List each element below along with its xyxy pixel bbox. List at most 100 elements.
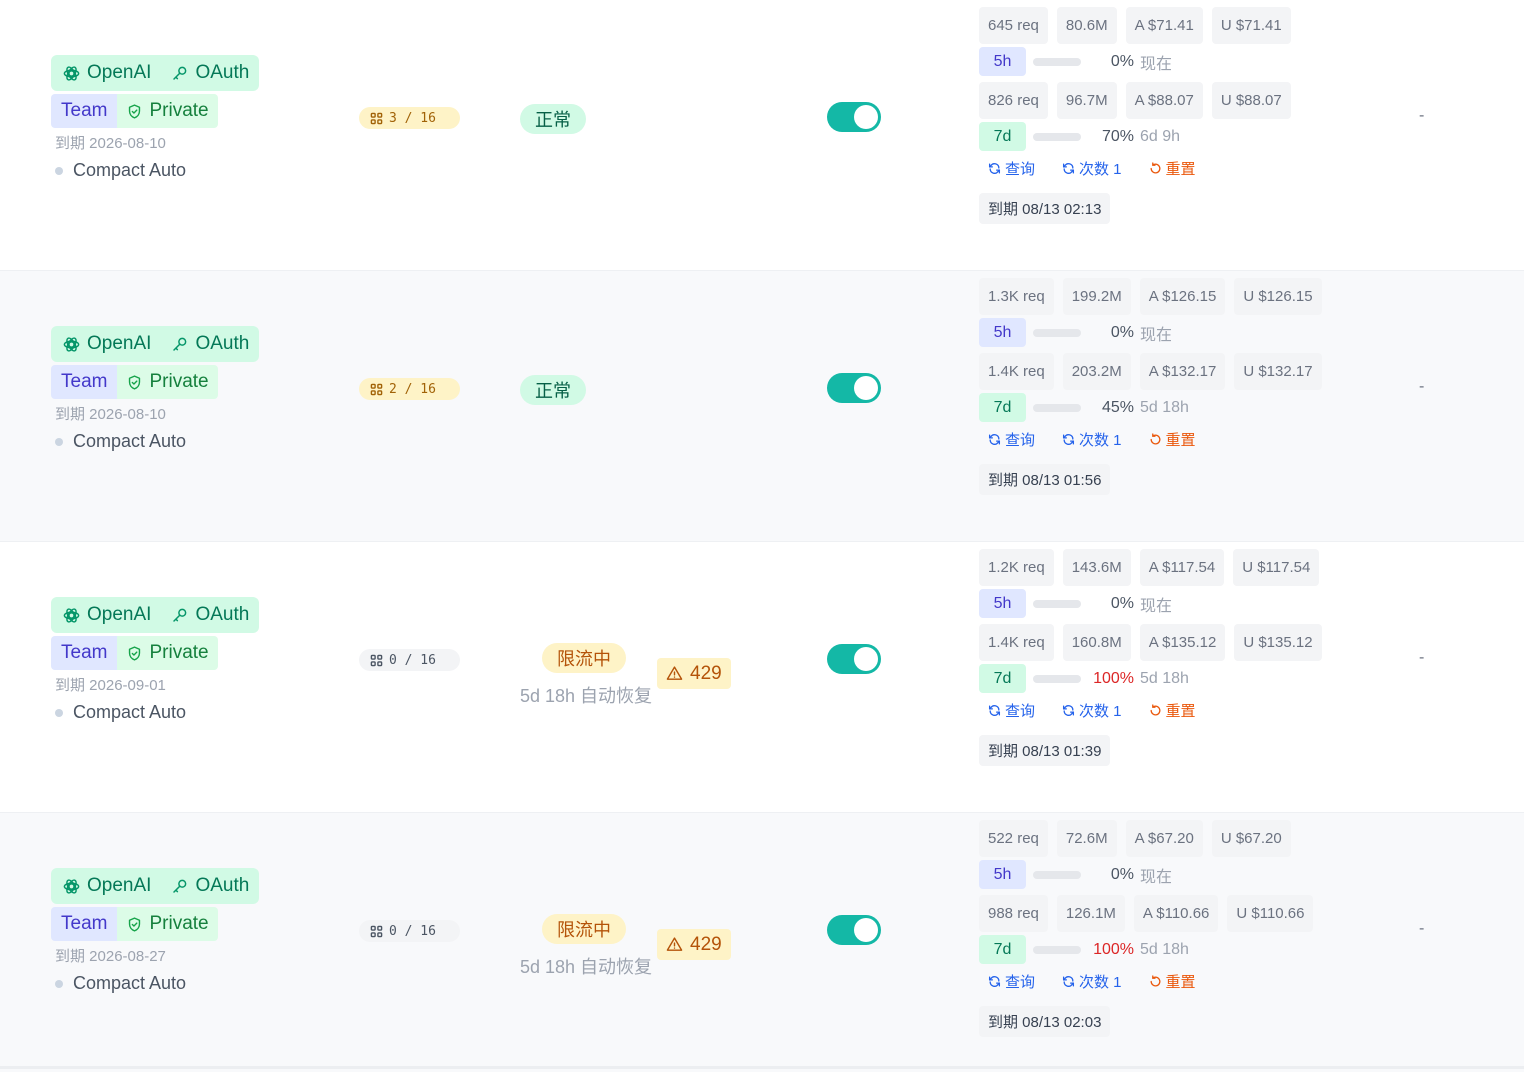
actual-cost-chip: A $135.12 [1139,624,1226,661]
usage-percent: 100% [1093,940,1134,958]
provider-pill: OpenAI OAuth [51,868,260,904]
user-cost-chip: U $110.66 [1227,895,1314,932]
count-button[interactable]: 次数 1 [1062,700,1122,721]
reset-button[interactable]: 重置 [1149,700,1196,721]
usage-percent: 70% [1101,127,1134,145]
usage-reset-time: 5d 18h [1140,398,1189,416]
enable-toggle[interactable] [827,102,881,132]
user-cost-chip: U $117.54 [1233,549,1320,586]
auth-label: OAuth [195,604,250,625]
reset-label: 重置 [1165,431,1196,449]
usage-window-7d: 7d 70% 6d 9h [979,121,1300,152]
requests-chip: 1.4K req [979,353,1054,390]
usage-window-5h: 5h 0% 现在 [979,859,1322,890]
mode-label: Compact Auto [73,431,187,451]
count-button[interactable]: 次数 1 [1062,971,1122,992]
account-row: OpenAI OAuth Team [0,542,1524,813]
usage-actions: 查询 次数 1 重置 [988,428,1331,450]
count-label: 次数 1 [1079,973,1122,991]
concurrency-value: 0 / 16 [389,652,436,668]
usage-bar [1033,57,1081,66]
query-button[interactable]: 查询 [988,971,1035,992]
account-info: OpenAI OAuth Team [51,326,260,452]
count-label: 次数 1 [1079,160,1122,178]
enable-toggle[interactable] [827,373,881,403]
count-button[interactable]: 次数 1 [1062,429,1122,450]
tokens-chip: 72.6M [1056,820,1117,857]
enable-toggle[interactable] [827,644,881,674]
provider-label: OpenAI [87,62,152,83]
window-label: 7d [979,935,1026,964]
error-code-badge: 429 [657,658,731,689]
refresh-icon [988,975,1001,987]
account-row: OpenAI OAuth Team [0,271,1524,542]
reset-button[interactable]: 重置 [1149,429,1196,450]
refresh-icon [1062,162,1075,174]
requests-chip: 826 req [979,82,1048,119]
usage-7d-stats: 826 req 96.7M A $88.07 U $88.07 [979,82,1300,119]
token-expiry-chip: 到期 08/13 01:39 [979,735,1111,766]
query-label: 查询 [1005,973,1036,991]
usage-7d-stats: 988 req 126.1M A $110.66 U $110.66 [979,895,1322,932]
visibility-label: Private [149,913,209,934]
requests-chip: 988 req [979,895,1048,932]
token-expiry-chip: 到期 08/13 02:13 [979,193,1111,224]
requests-chip: 522 req [979,820,1048,857]
openai-logo-icon [63,65,80,81]
usage-reset-time: 现在 [1140,868,1173,886]
window-label: 5h [979,318,1026,347]
account-row: OpenAI OAuth Team [0,0,1524,271]
usage-panel: 645 req 80.6M A $71.41 U $71.41 5h 0% 现在… [979,7,1300,224]
usage-window-5h: 5h 0% 现在 [979,588,1331,619]
usage-bar [1033,599,1081,608]
usage-bar [1033,870,1081,879]
grid-icon [370,654,383,666]
usage-bar [1033,945,1081,954]
status-badge: 限流中 [542,914,626,944]
query-button[interactable]: 查询 [988,700,1035,721]
visibility-tag: Private [117,636,218,670]
usage-window-7d: 7d 100% 5d 18h [979,934,1322,965]
rotate-ccw-icon [1150,703,1160,715]
account-expire-date: 到期 2026-08-10 [55,406,166,423]
usage-7d-stats: 1.4K req 203.2M A $132.17 U $132.17 [979,353,1331,390]
reset-button[interactable]: 重置 [1149,971,1196,992]
openai-logo-icon [63,607,80,623]
usage-bar [1033,403,1081,412]
status-badge: 限流中 [542,643,626,673]
count-button[interactable]: 次数 1 [1062,158,1122,179]
extra-column: - [1419,378,1425,395]
account-info: OpenAI OAuth Team [51,55,260,181]
key-icon [173,337,187,351]
concurrency-badge: 3 / 16 [359,107,460,129]
shield-check-icon [129,916,141,932]
auto-recover-note: 5d 18h 自动恢复 [520,686,653,706]
token-expiry-chip: 到期 08/13 01:56 [979,464,1111,495]
user-cost-chip: U $132.17 [1234,353,1322,390]
auth-label: OAuth [195,62,250,83]
user-cost-chip: U $71.41 [1211,7,1291,44]
usage-bar [1033,674,1081,683]
usage-bar [1033,132,1081,141]
rotate-ccw-icon [1150,161,1160,173]
auth-label: OAuth [195,875,250,896]
provider-label: OpenAI [87,604,152,625]
reset-button[interactable]: 重置 [1149,158,1196,179]
query-button[interactable]: 查询 [988,158,1035,179]
concurrency-value: 2 / 16 [389,381,436,397]
status-badge: 正常 [520,104,586,134]
actual-cost-chip: A $117.54 [1139,549,1225,586]
usage-reset-time: 现在 [1140,597,1173,615]
usage-actions: 查询 次数 1 重置 [988,157,1300,179]
query-button[interactable]: 查询 [988,429,1035,450]
usage-percent: 100% [1093,669,1134,687]
enable-toggle[interactable] [827,915,881,945]
mode-dot [55,437,63,446]
provider-label: OpenAI [87,333,152,354]
user-cost-chip: U $126.15 [1234,278,1322,315]
status-badge: 正常 [520,375,586,405]
window-label: 5h [979,860,1026,889]
mode-label: Compact Auto [73,973,187,993]
extra-column: - [1419,920,1425,937]
usage-reset-time: 现在 [1140,326,1173,344]
